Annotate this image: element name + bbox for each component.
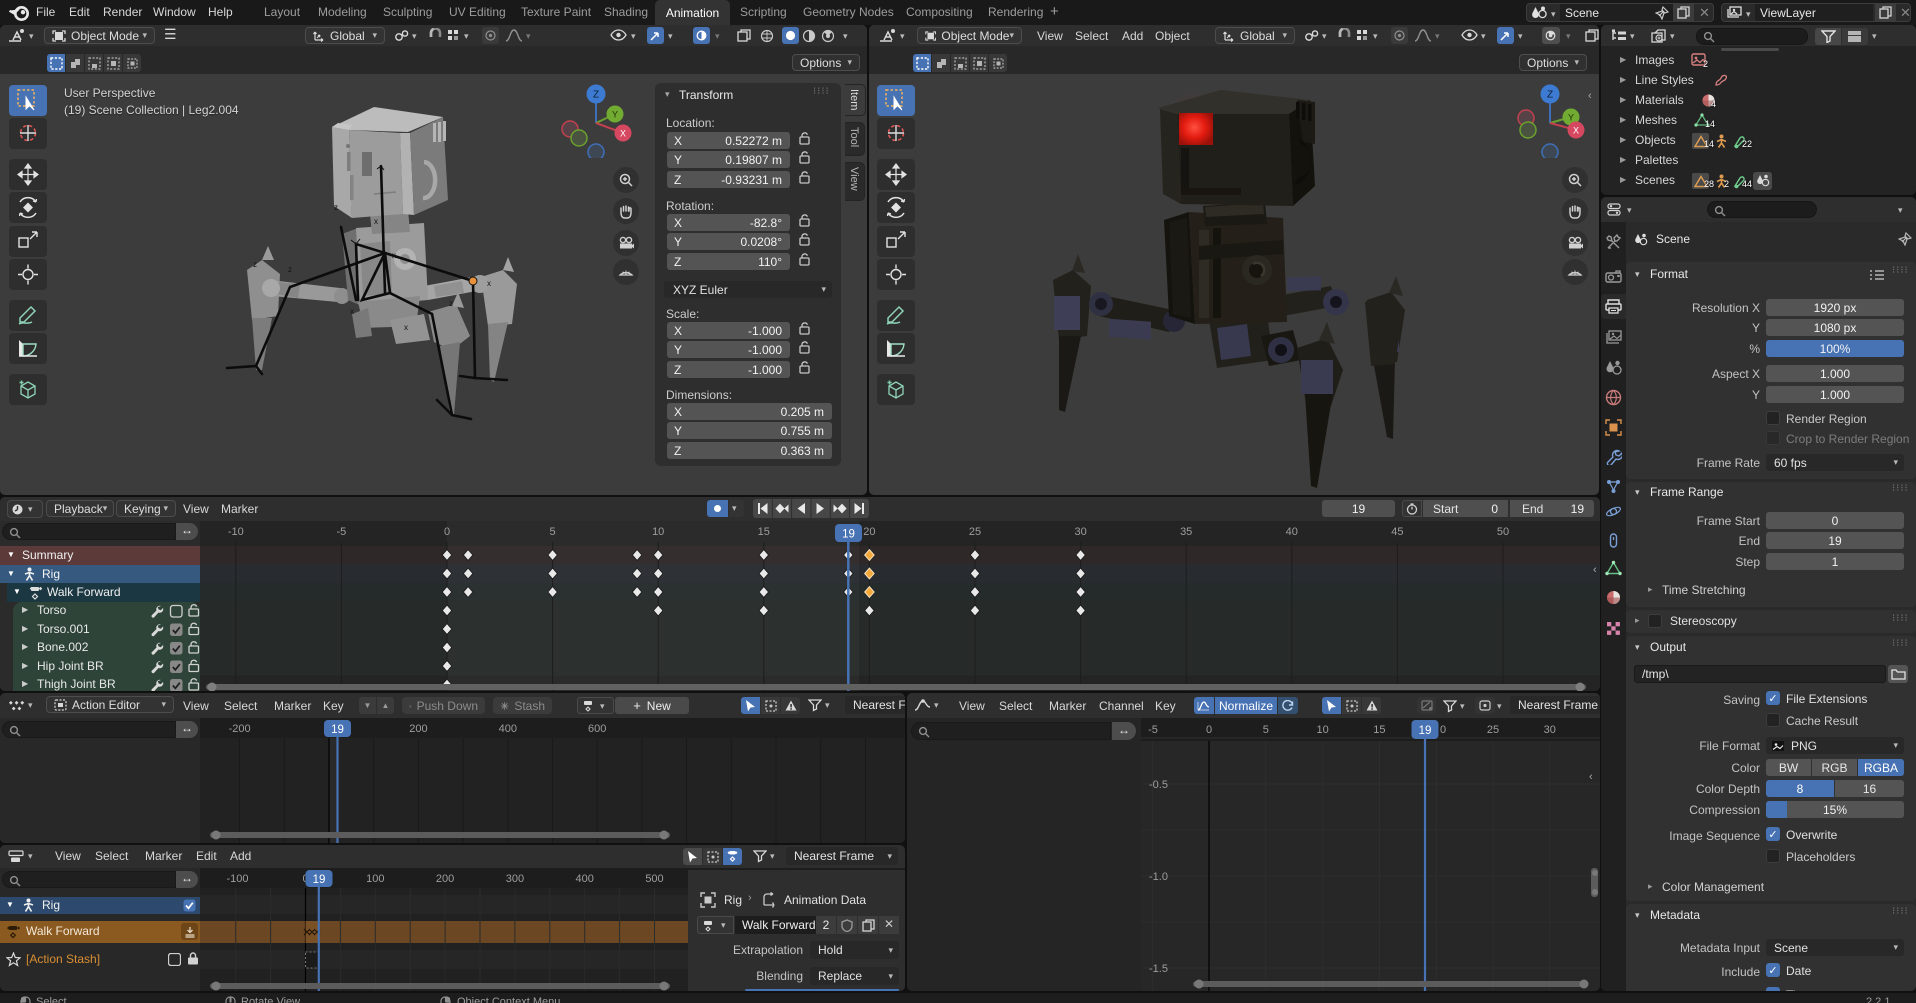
svg-text:15: 15 [758,526,770,538]
svg-text:10: 10 [652,526,664,538]
svg-text:5: 5 [1263,724,1269,736]
svg-text:5: 5 [550,526,556,538]
svg-text:19: 19 [313,874,326,886]
svg-text:600: 600 [588,723,606,735]
svg-text:-10: -10 [228,526,244,538]
svg-text:0: 0 [1440,724,1446,736]
svg-text:-200: -200 [229,723,251,735]
svg-text:-100: -100 [226,873,248,885]
svg-text:400: 400 [499,723,517,735]
svg-text:40: 40 [1286,526,1298,538]
svg-text:45: 45 [1391,526,1403,538]
svg-text:Y: Y [612,110,618,120]
svg-text:X: X [620,129,626,139]
svg-text:0: 0 [1206,724,1212,736]
svg-text:Z: Z [1547,90,1553,101]
svg-text:200: 200 [409,723,427,735]
svg-text:-5: -5 [337,526,347,538]
svg-text:X: X [1573,126,1579,136]
svg-text:19: 19 [1419,725,1432,737]
svg-text:30: 30 [1074,526,1086,538]
svg-text:30: 30 [1544,724,1556,736]
svg-text:10: 10 [1316,724,1328,736]
svg-text:Z: Z [593,90,599,101]
svg-text:z: z [449,299,453,308]
svg-text:z: z [288,265,292,274]
svg-text:25: 25 [969,526,981,538]
svg-text:15: 15 [1373,724,1385,736]
svg-text:19: 19 [842,529,855,541]
svg-text:x: x [487,279,491,288]
svg-text:25: 25 [1487,724,1499,736]
svg-text:500: 500 [645,873,663,885]
svg-text:x: x [374,217,378,226]
svg-text:35: 35 [1180,526,1192,538]
svg-text:-0.5: -0.5 [1149,779,1168,791]
svg-text:200: 200 [436,873,454,885]
svg-text:x: x [350,307,354,316]
svg-text:-1.0: -1.0 [1149,871,1168,883]
svg-text:-5: -5 [1148,724,1158,736]
svg-text:50: 50 [1497,526,1509,538]
svg-text:400: 400 [576,873,594,885]
svg-text:z: z [334,203,338,212]
svg-text:z: z [253,260,257,269]
svg-text:-1.5: -1.5 [1149,963,1168,975]
svg-text:20: 20 [863,526,875,538]
svg-text:100: 100 [366,873,384,885]
svg-text:300: 300 [506,873,524,885]
svg-text:19: 19 [331,724,344,736]
svg-text:0: 0 [444,526,450,538]
svg-text:‹: ‹ [1589,771,1593,783]
svg-text:x: x [392,251,396,260]
svg-text:Y: Y [1568,113,1574,123]
svg-text:‹: ‹ [1593,564,1597,576]
svg-text:x: x [404,323,408,332]
